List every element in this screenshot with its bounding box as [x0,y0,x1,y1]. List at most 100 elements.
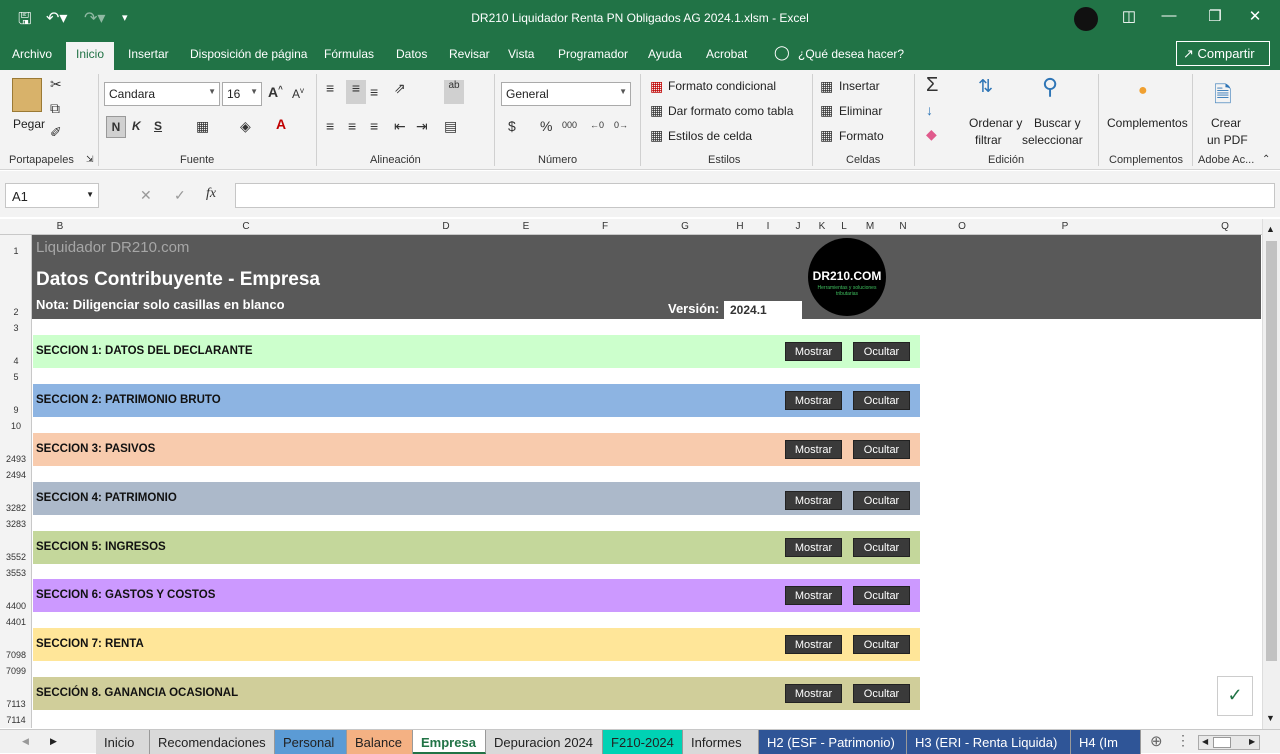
format-cells-button[interactable]: Formato [839,129,884,143]
horizontal-scrollbar[interactable]: ◀ ▶ [1198,735,1260,750]
vertical-scrollbar[interactable]: ▲ ▼ [1262,219,1280,729]
row-header[interactable]: 4400 [0,601,32,611]
scroll-up-icon[interactable]: ▲ [1266,224,1275,234]
row-header[interactable]: 3553 [0,568,32,578]
show-button[interactable]: Mostrar [785,391,842,410]
row-header[interactable]: 3282 [0,503,32,513]
row-header[interactable]: 2 [0,307,32,317]
sort-filter-label-2[interactable]: filtrar [975,133,1002,147]
tab-formulas[interactable]: Fórmulas [324,47,374,61]
row-header[interactable]: 7113 [0,699,32,709]
create-pdf-label-1[interactable]: Crear [1211,116,1241,130]
copy-icon[interactable]: ⧉ [50,100,60,117]
cut-icon[interactable]: ✂ [50,76,62,93]
col-header[interactable]: G [677,221,693,232]
format-table-button[interactable]: Dar formato como tabla [668,104,793,118]
col-header[interactable]: N [895,221,911,232]
show-button[interactable]: Mostrar [785,491,842,510]
sort-filter-icon[interactable]: ⇅ [978,76,993,97]
version-value[interactable]: 2024.1 [724,301,802,319]
col-header[interactable]: D [438,221,454,232]
cancel-icon[interactable]: ✕ [140,187,152,204]
col-header[interactable]: C [238,221,254,232]
check-icon[interactable]: ✓ [1217,676,1253,716]
paste-icon[interactable] [12,78,42,112]
row-header[interactable]: 3 [0,323,32,333]
sheet-tab[interactable]: Informes [683,730,759,754]
insert-function-icon[interactable]: fx [206,186,216,202]
add-sheet-icon[interactable]: ⊕ [1150,732,1163,750]
sheet-tab[interactable]: H4 (Im [1071,730,1141,754]
row-header[interactable]: 7114 [0,715,32,725]
font-name-select[interactable]: Candara ▼ [104,82,220,106]
borders-icon[interactable]: ▦ [196,118,209,135]
tab-archivo[interactable]: Archivo [12,47,52,61]
col-header[interactable]: I [760,221,776,232]
collapse-ribbon-icon[interactable]: ⌃ [1262,154,1270,165]
conditional-format-button[interactable]: Formato condicional [668,79,776,93]
row-header[interactable]: 2494 [0,470,32,480]
paste-label[interactable]: Pegar [13,117,45,131]
hide-button[interactable]: Ocultar [853,440,910,459]
number-format-select[interactable]: General ▼ [501,82,631,106]
name-box[interactable]: A1 ▼ [5,183,99,208]
find-select-label-2[interactable]: seleccionar [1022,133,1083,147]
minimize-icon[interactable]: — [1154,7,1184,24]
sheet-tab[interactable]: Inicio [96,730,150,754]
row-header[interactable]: 10 [0,421,32,431]
addins-icon[interactable]: ● [1138,82,1148,100]
sort-filter-label-1[interactable]: Ordenar y [969,116,1022,130]
tab-insertar[interactable]: Insertar [128,47,169,61]
percent-icon[interactable]: % [540,118,552,134]
sheet-tab[interactable]: H3 (ERI - Renta Liquida) [907,730,1071,754]
increase-decimal-icon[interactable]: ←0 [590,120,604,130]
prev-sheet-icon[interactable]: ◀ [22,736,29,747]
hide-button[interactable]: Ocultar [853,684,910,703]
align-bottom-icon[interactable]: ≡ [370,84,378,100]
dialog-launcher-icon[interactable]: ⇲ [86,154,94,165]
col-header[interactable]: L [836,221,852,232]
tell-me-search[interactable]: ¿Qué desea hacer? [798,47,904,61]
currency-icon[interactable]: $ [508,118,516,134]
hide-button[interactable]: Ocultar [853,342,910,361]
hide-button[interactable]: Ocultar [853,635,910,654]
row-header[interactable]: 2493 [0,454,32,464]
col-header[interactable]: H [732,221,748,232]
hide-button[interactable]: Ocultar [853,538,910,557]
sheet-tab[interactable]: Empresa [413,730,486,754]
italic-button[interactable]: K [132,119,141,133]
align-right-icon[interactable]: ≡ [370,118,378,134]
insert-cells-button[interactable]: Insertar [839,79,880,93]
account-avatar[interactable] [1074,7,1098,31]
sheet-tab[interactable]: Personal [275,730,347,754]
tab-vista[interactable]: Vista [508,47,534,61]
wrap-text-icon[interactable]: ab [444,80,464,104]
tab-inicio[interactable]: Inicio [66,42,115,70]
tab-disposicion[interactable]: Disposición de página [190,47,307,61]
increase-indent-icon[interactable]: ⇥ [416,118,428,135]
pdf-icon[interactable]: 🗎 [1214,78,1232,116]
thousands-icon[interactable]: 000 [562,120,577,130]
row-header[interactable]: 9 [0,405,32,415]
shrink-font-icon[interactable]: Av [292,86,304,101]
show-button[interactable]: Mostrar [785,635,842,654]
row-header[interactable]: 5 [0,372,32,382]
hide-button[interactable]: Ocultar [853,586,910,605]
create-pdf-label-2[interactable]: un PDF [1207,133,1248,147]
sheet-tab[interactable]: Recomendaciones [150,730,275,754]
show-button[interactable]: Mostrar [785,440,842,459]
show-button[interactable]: Mostrar [785,586,842,605]
sheet-tab[interactable]: H2 (ESF - Patrimonio) [759,730,907,754]
grow-font-icon[interactable]: A^ [268,84,283,100]
align-center-icon[interactable]: ≡ [348,118,356,134]
sheet-tab[interactable]: Balance [347,730,413,754]
row-header[interactable]: 7099 [0,666,32,676]
row-header[interactable]: 7098 [0,650,32,660]
orientation-icon[interactable]: ⇗ [394,80,406,97]
align-middle-icon[interactable]: ≡ [346,80,366,104]
hide-button[interactable]: Ocultar [853,491,910,510]
find-select-label-1[interactable]: Buscar y [1034,116,1081,130]
align-top-icon[interactable]: ≡ [326,80,334,96]
format-painter-icon[interactable]: ✐ [50,124,62,141]
tab-acrobat[interactable]: Acrobat [706,47,747,61]
